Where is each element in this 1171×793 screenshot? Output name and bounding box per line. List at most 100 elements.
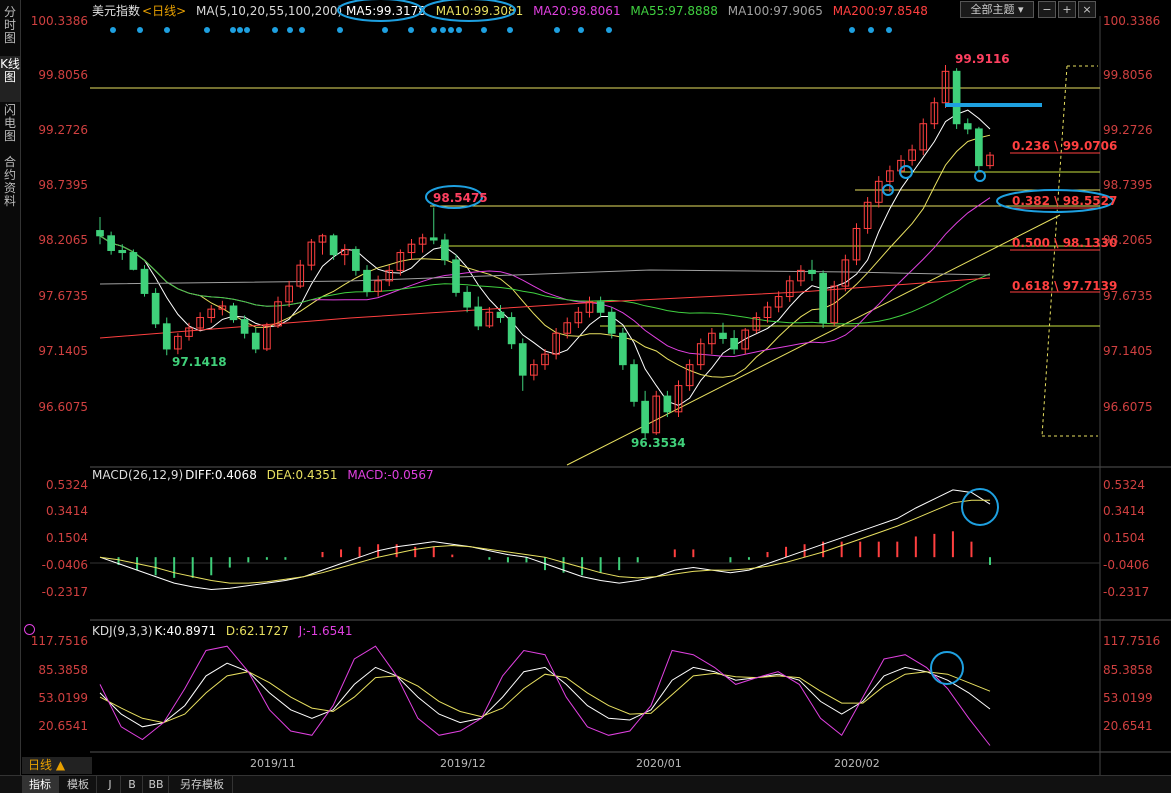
period-selector[interactable]: 日线 ▲ (22, 757, 92, 774)
candle-body-1 (107, 235, 115, 251)
price-tick-left-3: 98.7395 (38, 178, 88, 192)
candle-body-65 (819, 273, 827, 324)
price-tick-right-7: 96.6075 (1103, 400, 1153, 414)
tab-templates[interactable]: 模板 (60, 776, 97, 793)
candle-body-64 (808, 269, 816, 275)
event-dot-1 (137, 27, 143, 33)
tab-j-label: J (108, 778, 112, 791)
macd-tick-left-2: 0.1504 (46, 531, 88, 545)
candle-body-48 (630, 364, 638, 402)
candle-body-23 (352, 248, 360, 271)
bottom-toolbar: 指标 模板 J B BB 另存模板 (0, 775, 1171, 793)
tab-indicators-label: 指标 (29, 778, 51, 791)
candle-body-32 (452, 259, 460, 293)
candle-body-21 (329, 235, 338, 256)
candle-body-12 (229, 305, 238, 321)
fib-label-500: 0.500 \ 98.1330 (1012, 236, 1117, 250)
tab-save-template-label: 另存模板 (180, 778, 224, 791)
ma100-line (99, 269, 991, 285)
macd-tick-left-0: 0.5324 (46, 478, 88, 492)
price-tick-left-4: 98.2065 (38, 233, 88, 247)
macd-diff: DIFF:0.4068 (185, 468, 257, 482)
event-dot-16 (456, 27, 462, 33)
highlight-ma5 (337, 0, 423, 22)
price-tick-left-6: 97.1405 (38, 344, 88, 358)
candle-body-14 (251, 332, 260, 350)
price-tick-right-4: 98.2065 (1103, 233, 1153, 247)
kdj-legend: KDJ(9,3,3) K:40.8971 D:62.1727 J:-1.6541 (92, 624, 359, 638)
candle-body-77 (952, 70, 961, 125)
event-dot-7 (272, 27, 278, 33)
label-low-2: 96.3534 (631, 436, 686, 450)
kdj-tick-right-2: 53.0199 (1103, 691, 1153, 705)
kdj-k: K:40.8971 (154, 624, 217, 638)
event-dot-14 (440, 27, 446, 33)
event-dot-12 (408, 27, 414, 33)
highlight-ma10 (422, 0, 516, 22)
kdj-j: J:-1.6541 (298, 624, 353, 638)
tab-save-template[interactable]: 另存模板 (172, 776, 233, 793)
kdj-d-line (99, 671, 991, 724)
kdj-tick-right-3: 20.6541 (1103, 719, 1153, 733)
date-label-dec: 2019/12 (440, 757, 486, 770)
candle-body-4 (140, 268, 149, 294)
tab-j[interactable]: J (100, 776, 121, 793)
macd-legend: MACD(26,12,9) DIFF:0.4068 DEA:0.4351 MACD… (92, 468, 440, 482)
price-tick-right-6: 97.1405 (1103, 344, 1153, 358)
ma20-line (99, 197, 991, 358)
kdj-tick-left-2: 53.0199 (38, 691, 88, 705)
event-dot-13 (431, 27, 437, 33)
kdj-j-line (99, 645, 991, 746)
tab-b[interactable]: B (122, 776, 143, 793)
event-dot-18 (507, 27, 513, 33)
macd-tick-left-4: -0.2317 (41, 585, 88, 599)
candle-body-47 (619, 332, 627, 366)
period-selector-label: 日线 ▲ (28, 758, 66, 772)
kdj-tick-right-1: 85.3858 (1103, 663, 1153, 677)
price-tick-right-0: 100.3386 (1103, 14, 1161, 28)
event-dot-24 (886, 27, 892, 33)
price-tick-right-1: 99.8056 (1103, 68, 1153, 82)
price-tick-right-3: 98.7395 (1103, 178, 1153, 192)
candle-body-0 (96, 230, 104, 237)
event-dot-8 (287, 27, 293, 33)
event-dot-11 (382, 27, 388, 33)
price-tick-left-2: 99.2726 (38, 123, 88, 137)
candle-body-5 (151, 292, 160, 325)
candle-body-56 (719, 332, 727, 339)
fib-label-618: 0.618 \ 97.7139 (1012, 279, 1117, 293)
macd-tick-right-2: 0.1504 (1103, 531, 1145, 545)
event-dot-10 (337, 27, 343, 33)
price-tick-right-2: 99.2726 (1103, 123, 1153, 137)
candle-body-3 (129, 252, 138, 270)
tab-templates-label: 模板 (67, 778, 89, 791)
tab-indicators[interactable]: 指标 (22, 776, 59, 793)
candle-body-51 (663, 395, 672, 413)
kdj-k-line (99, 662, 991, 728)
candle-body-30 (429, 237, 438, 241)
price-tick-right-5: 97.6735 (1103, 289, 1153, 303)
kdj-d: D:62.1727 (225, 624, 289, 638)
candles (96, 65, 994, 438)
candle-body-34 (474, 306, 483, 327)
candle-body-79 (975, 128, 983, 167)
candle-body-57 (730, 337, 738, 350)
macd-plot (99, 489, 991, 591)
candle-body-36 (496, 311, 505, 319)
macd-dea: DEA:0.4351 (266, 468, 338, 482)
candle-body-13 (240, 319, 249, 334)
macd-diff-line (99, 489, 991, 591)
label-high: 99.9116 (955, 52, 1010, 66)
label-98-5475: 98.5475 (433, 191, 488, 205)
tab-bb-label: BB (148, 778, 164, 791)
macd-tick-right-3: -0.0406 (1103, 558, 1150, 572)
macd-title: MACD(26,12,9) (92, 468, 184, 482)
candle-body-49 (641, 400, 649, 434)
label-low-1: 97.1418 (172, 355, 227, 369)
chart-canvas: 99.9116 97.1418 96.3534 98.5475 0.236 \ … (90, 0, 1171, 775)
event-dot-4 (230, 27, 236, 33)
tab-bb[interactable]: BB (144, 776, 169, 793)
macd-tick-left-1: 0.3414 (46, 504, 88, 518)
event-dot-0 (110, 27, 116, 33)
price-tick-left-1: 99.8056 (38, 68, 88, 82)
